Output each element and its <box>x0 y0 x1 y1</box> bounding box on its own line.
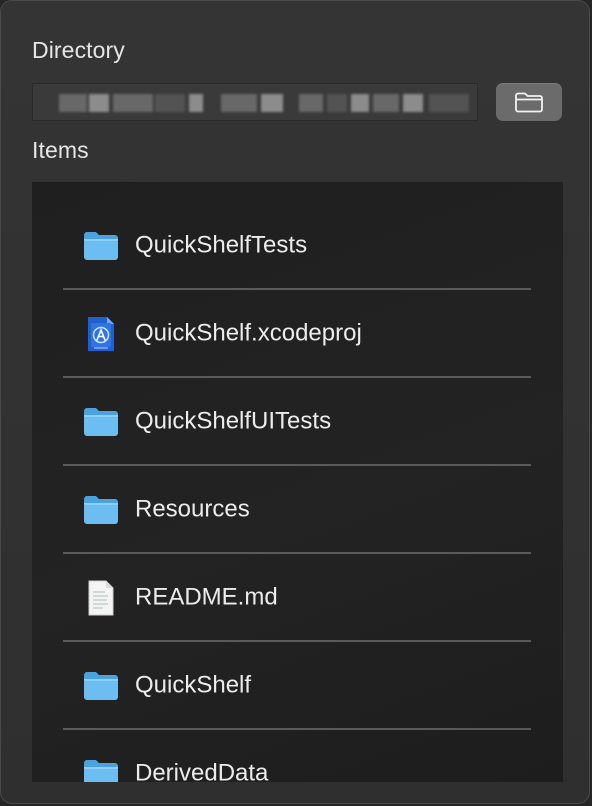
list-item[interactable]: QuickShelfUITests <box>63 378 531 466</box>
item-name: QuickShelf.xcodeproj <box>135 319 362 347</box>
xcode-project-icon <box>81 314 121 354</box>
item-name: QuickShelfUITests <box>135 407 332 435</box>
list-item[interactable]: README.md <box>63 554 531 642</box>
redacted-path-text <box>33 84 477 120</box>
folder-icon <box>81 402 121 442</box>
folder-icon <box>81 490 121 530</box>
list-item[interactable]: DerivedData <box>63 730 531 782</box>
list-item[interactable]: QuickShelf <box>63 642 531 730</box>
item-name: Resources <box>135 495 250 523</box>
folder-icon <box>81 666 121 706</box>
list-item[interactable]: QuickShelfTests <box>63 202 531 290</box>
items-label: Items <box>32 137 89 163</box>
list-item[interactable]: Resources <box>63 466 531 554</box>
items-list[interactable]: QuickShelfTests QuickShelf.xcodeproj Qui… <box>32 182 563 782</box>
item-name: README.md <box>135 583 278 611</box>
item-name: QuickShelfTests <box>135 231 308 259</box>
folder-icon <box>515 92 543 113</box>
item-name: DerivedData <box>135 759 269 782</box>
item-name: QuickShelf <box>135 671 252 699</box>
directory-path-field[interactable] <box>32 83 478 121</box>
folder-icon <box>81 226 121 266</box>
items-panel: Directory Items QuickShelfTests QuickShe… <box>0 0 590 804</box>
directory-label: Directory <box>32 37 125 63</box>
document-icon <box>81 578 121 618</box>
folder-icon <box>81 754 121 782</box>
browse-directory-button[interactable] <box>496 83 562 121</box>
list-item[interactable]: QuickShelf.xcodeproj <box>63 290 531 378</box>
